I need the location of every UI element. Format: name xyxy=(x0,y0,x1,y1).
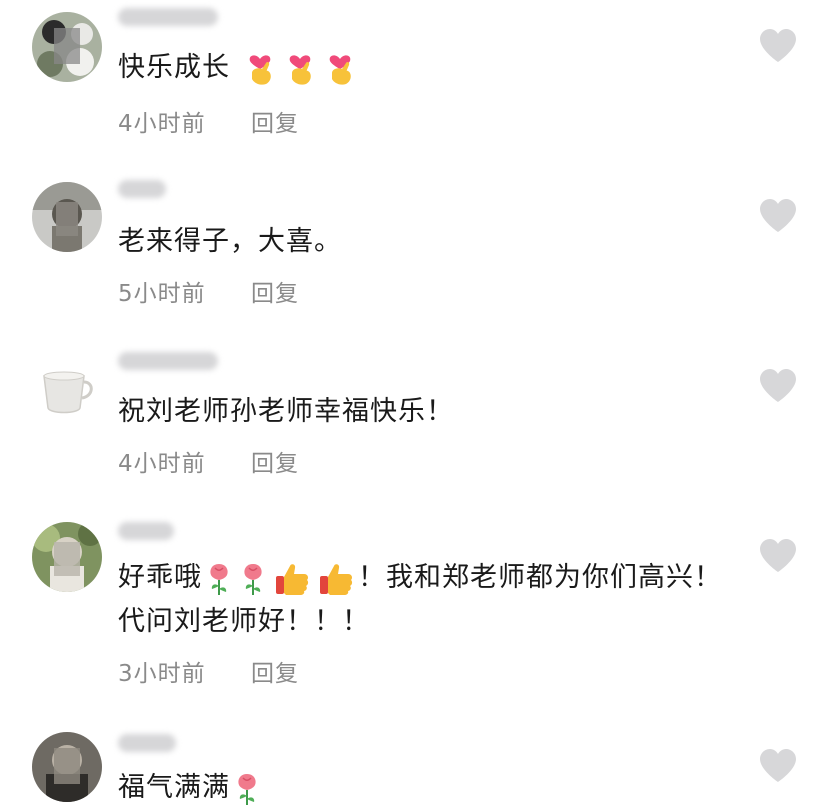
username-blurred xyxy=(118,352,218,370)
heart-icon xyxy=(760,29,796,62)
finger-heart-emoji xyxy=(284,51,316,87)
reply-button[interactable]: 回复 xyxy=(251,444,299,478)
timestamp: 4小时前 xyxy=(118,451,206,477)
comment-text: 祝刘老师孙老师幸福快乐！ xyxy=(118,396,454,427)
comment-meta: 4小时前 回复 xyxy=(118,444,298,478)
reply-button[interactable]: 回复 xyxy=(251,104,299,138)
comment-text: 快乐成长 xyxy=(118,46,738,90)
username-blurred xyxy=(118,180,166,198)
finger-heart-emoji xyxy=(324,51,356,87)
avatar[interactable] xyxy=(32,352,102,422)
comment-meta: 5小时前 回复 xyxy=(118,274,298,308)
timestamp: 4小时前 xyxy=(118,111,206,137)
comment-text: 好乖哦 ！我和郑老师都为你们高兴！代问刘老师好！！！ xyxy=(118,562,722,637)
heart-icon xyxy=(760,199,796,232)
thumbs-up-emoji xyxy=(318,562,354,596)
thumbs-up-emoji xyxy=(274,562,310,596)
like-button[interactable] xyxy=(758,28,798,64)
like-button[interactable] xyxy=(758,538,798,574)
avatar[interactable] xyxy=(32,522,102,592)
heart-icon xyxy=(760,539,796,572)
heart-icon xyxy=(760,369,796,402)
avatar[interactable] xyxy=(32,182,102,252)
comment-meta: 3小时前 回复 xyxy=(118,654,298,688)
like-button[interactable] xyxy=(758,748,798,784)
finger-heart-emoji xyxy=(244,51,276,87)
like-button[interactable] xyxy=(758,198,798,234)
username-blurred xyxy=(118,522,174,540)
like-button[interactable] xyxy=(758,368,798,404)
heart-icon xyxy=(760,749,796,782)
timestamp: 3小时前 xyxy=(118,661,206,687)
username-blurred xyxy=(118,734,176,752)
avatar[interactable] xyxy=(32,732,102,802)
rose-emoji xyxy=(234,772,260,806)
comment-text: 福气满满 xyxy=(118,766,738,810)
comment-text: 老来得子，大喜。 xyxy=(118,226,342,257)
reply-button[interactable]: 回复 xyxy=(251,654,299,688)
reply-button[interactable]: 回复 xyxy=(251,274,299,308)
rose-emoji xyxy=(206,562,232,596)
avatar[interactable] xyxy=(32,12,102,82)
comment-meta: 4小时前 回复 xyxy=(118,104,298,138)
timestamp: 5小时前 xyxy=(118,281,206,307)
rose-emoji xyxy=(240,562,266,596)
username-blurred xyxy=(118,8,218,26)
